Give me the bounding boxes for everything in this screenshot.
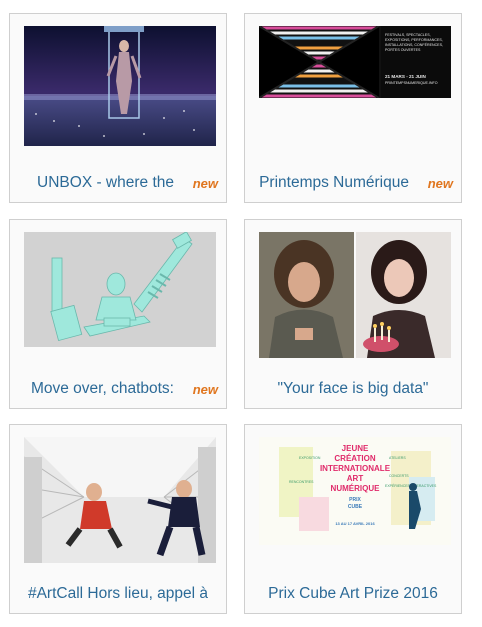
new-badge: new (427, 176, 453, 191)
cube-name: CUBE (348, 504, 363, 510)
thumbnail-image[interactable]: FESTIVALS, SPECTACLES, EXPOSITIONS, PERF… (259, 26, 451, 98)
cube-tag: EXPOSITION (299, 456, 321, 460)
cube-prix: PRIX (349, 497, 361, 503)
card-printemps-numerique[interactable]: FESTIVALS, SPECTACLES, EXPOSITIONS, PERF… (244, 13, 462, 203)
thumbnail-image[interactable] (24, 232, 216, 347)
cube-title-line: ART (347, 474, 364, 483)
cube-tag: ATELIERS (389, 456, 406, 460)
card-your-face[interactable]: "Your face is big data" (244, 219, 462, 409)
thumbnail-image[interactable] (24, 437, 216, 563)
card-title[interactable]: UNBOX - where the (10, 174, 174, 192)
cube-title-line: INTERNATIONALE (320, 464, 391, 473)
new-badge: new (192, 382, 218, 397)
card-title[interactable]: Move over, chatbots: (10, 380, 174, 398)
card-title[interactable]: Prix Cube Art Prize 2016 (245, 585, 461, 603)
card-unbox[interactable]: UNBOX - where the new (9, 13, 227, 203)
printemps-line: PORTES OUVERTES (385, 48, 421, 52)
card-caption[interactable]: UNBOX - where the new (10, 174, 226, 198)
card-title[interactable]: "Your face is big data" (245, 380, 461, 398)
card-caption[interactable]: Prix Cube Art Prize 2016 (245, 585, 461, 609)
printemps-site: PRINTEMPSNUMERIQUE.INFO (385, 81, 438, 85)
printemps-line: FESTIVALS, SPECTACLES, (385, 33, 431, 37)
new-badge: new (192, 176, 218, 191)
cube-tag: CONCERTS (389, 474, 409, 478)
card-caption[interactable]: "Your face is big data" (245, 380, 461, 404)
thumbnail-image[interactable] (24, 26, 216, 146)
cube-title-line: NUMÉRIQUE (331, 484, 381, 493)
cube-tag: RENCONTRES (289, 480, 314, 484)
printemps-dates: 21 MARS - 21 JUIN (385, 74, 427, 79)
printemps-line: EXPOSITIONS, PERFORMANCES, (385, 38, 443, 42)
cube-title-line: CRÉATION (334, 454, 375, 463)
printemps-line: INSTALLATIONS, CONFÉRENCES, (385, 42, 443, 47)
cube-title-line: JEUNE (342, 444, 369, 453)
cube-dates: 13 AU 17 AVRIL 2016 (335, 521, 375, 526)
card-title[interactable]: #ArtCall Hors lieu, appel à (10, 585, 226, 603)
card-prix-cube[interactable]: JEUNE CRÉATION INTERNATIONALE ART NUMÉRI… (244, 424, 462, 614)
card-caption[interactable]: Printemps Numérique new (245, 174, 461, 198)
thumbnail-image[interactable]: JEUNE CRÉATION INTERNATIONALE ART NUMÉRI… (259, 437, 451, 545)
card-caption[interactable]: Move over, chatbots: new (10, 380, 226, 404)
card-artcall-hors-lieu[interactable]: #ArtCall Hors lieu, appel à (9, 424, 227, 614)
thumbnail-image[interactable] (259, 232, 451, 358)
card-title[interactable]: Printemps Numérique (245, 174, 409, 192)
card-caption[interactable]: #ArtCall Hors lieu, appel à (10, 585, 226, 609)
card-chatbots[interactable]: Move over, chatbots: new (9, 219, 227, 409)
